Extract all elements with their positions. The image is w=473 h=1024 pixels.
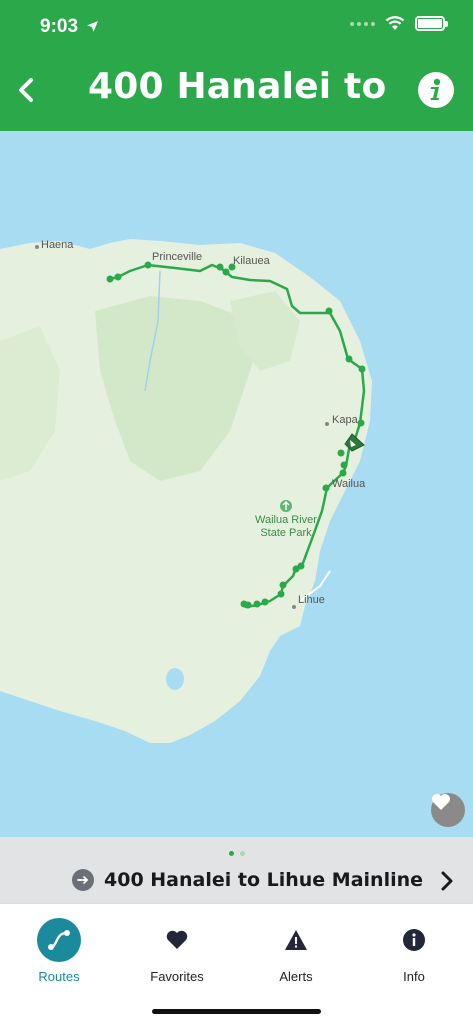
route-name: 400 Hanalei to Lihue Mainline (104, 869, 424, 891)
wifi-icon (385, 16, 405, 30)
home-indicator[interactable] (152, 1009, 321, 1014)
stop (339, 469, 347, 477)
route-row: 400 Hanalei to Lihue Mainline (72, 869, 423, 891)
chevron-left-icon (19, 78, 33, 102)
stop (261, 598, 269, 606)
map-label-kilauea: Kilauea (233, 255, 270, 267)
info-icon (392, 918, 436, 962)
back-button[interactable] (10, 70, 42, 110)
route-map[interactable]: Haena Princeville Kilauea Kapa Wailua Wa… (0, 131, 473, 837)
stop (325, 307, 333, 315)
stop (114, 273, 122, 281)
route-card[interactable]: 400 Hanalei to Lihue Mainline (0, 837, 473, 903)
stop (279, 581, 287, 589)
heart-icon (155, 918, 199, 962)
battery-icon (415, 16, 448, 31)
map-label-kapa: Kapa (332, 414, 358, 426)
status-indicators (350, 16, 448, 31)
lake (166, 668, 184, 690)
stop (277, 590, 285, 598)
map-label-lihue: Lihue (298, 594, 325, 606)
signal-icon (350, 21, 375, 26)
tab-info[interactable]: Info (355, 918, 473, 984)
stop (357, 419, 365, 427)
tab-alerts[interactable]: Alerts (237, 918, 355, 984)
place-pin (35, 245, 39, 249)
stop (358, 365, 366, 373)
map-label-haena: Haena (41, 239, 74, 251)
stop (340, 461, 348, 469)
stop (297, 562, 305, 570)
tab-label: Info (403, 969, 425, 984)
tab-favorites[interactable]: Favorites (118, 918, 236, 984)
route-next-button[interactable] (441, 871, 453, 896)
info-icon (430, 78, 441, 100)
tab-routes[interactable]: Routes (0, 918, 118, 984)
page-title: 400 Hanalei to L (88, 66, 388, 107)
stop (322, 484, 330, 492)
heart-icon (432, 794, 450, 810)
map-label-park: Wailua River State Park (255, 514, 317, 539)
page-indicator[interactable] (0, 851, 473, 856)
info-button[interactable] (418, 72, 454, 108)
stop (337, 449, 345, 457)
favorite-button[interactable] (431, 793, 465, 827)
tab-bar: Routes Favorites Alerts Info (0, 903, 473, 1024)
map-label-wailua: Wailua (332, 478, 366, 490)
status-time: 9:03 (40, 16, 99, 38)
stop (240, 600, 248, 608)
chevron-right-icon (441, 871, 453, 891)
stop (216, 263, 224, 271)
route-icon (37, 918, 81, 962)
tab-label: Routes (38, 969, 80, 984)
place-pin (292, 605, 296, 609)
stop (144, 261, 152, 269)
tab-label: Alerts (279, 969, 313, 984)
page-dot (239, 851, 245, 856)
page-dot-active (228, 851, 234, 856)
place-pin (325, 422, 329, 426)
tab-label: Favorites (150, 969, 204, 984)
stop (345, 355, 353, 363)
warning-icon (274, 918, 318, 962)
stop (253, 600, 261, 608)
stop (222, 268, 230, 276)
location-arrow-icon (87, 21, 99, 33)
stop (106, 275, 114, 283)
map-label-princeville: Princeville (152, 251, 203, 263)
map-canvas (0, 239, 372, 743)
top-bar: 9:03 400 Hanalei to L (0, 0, 473, 131)
route-arrow-icon (72, 869, 94, 891)
